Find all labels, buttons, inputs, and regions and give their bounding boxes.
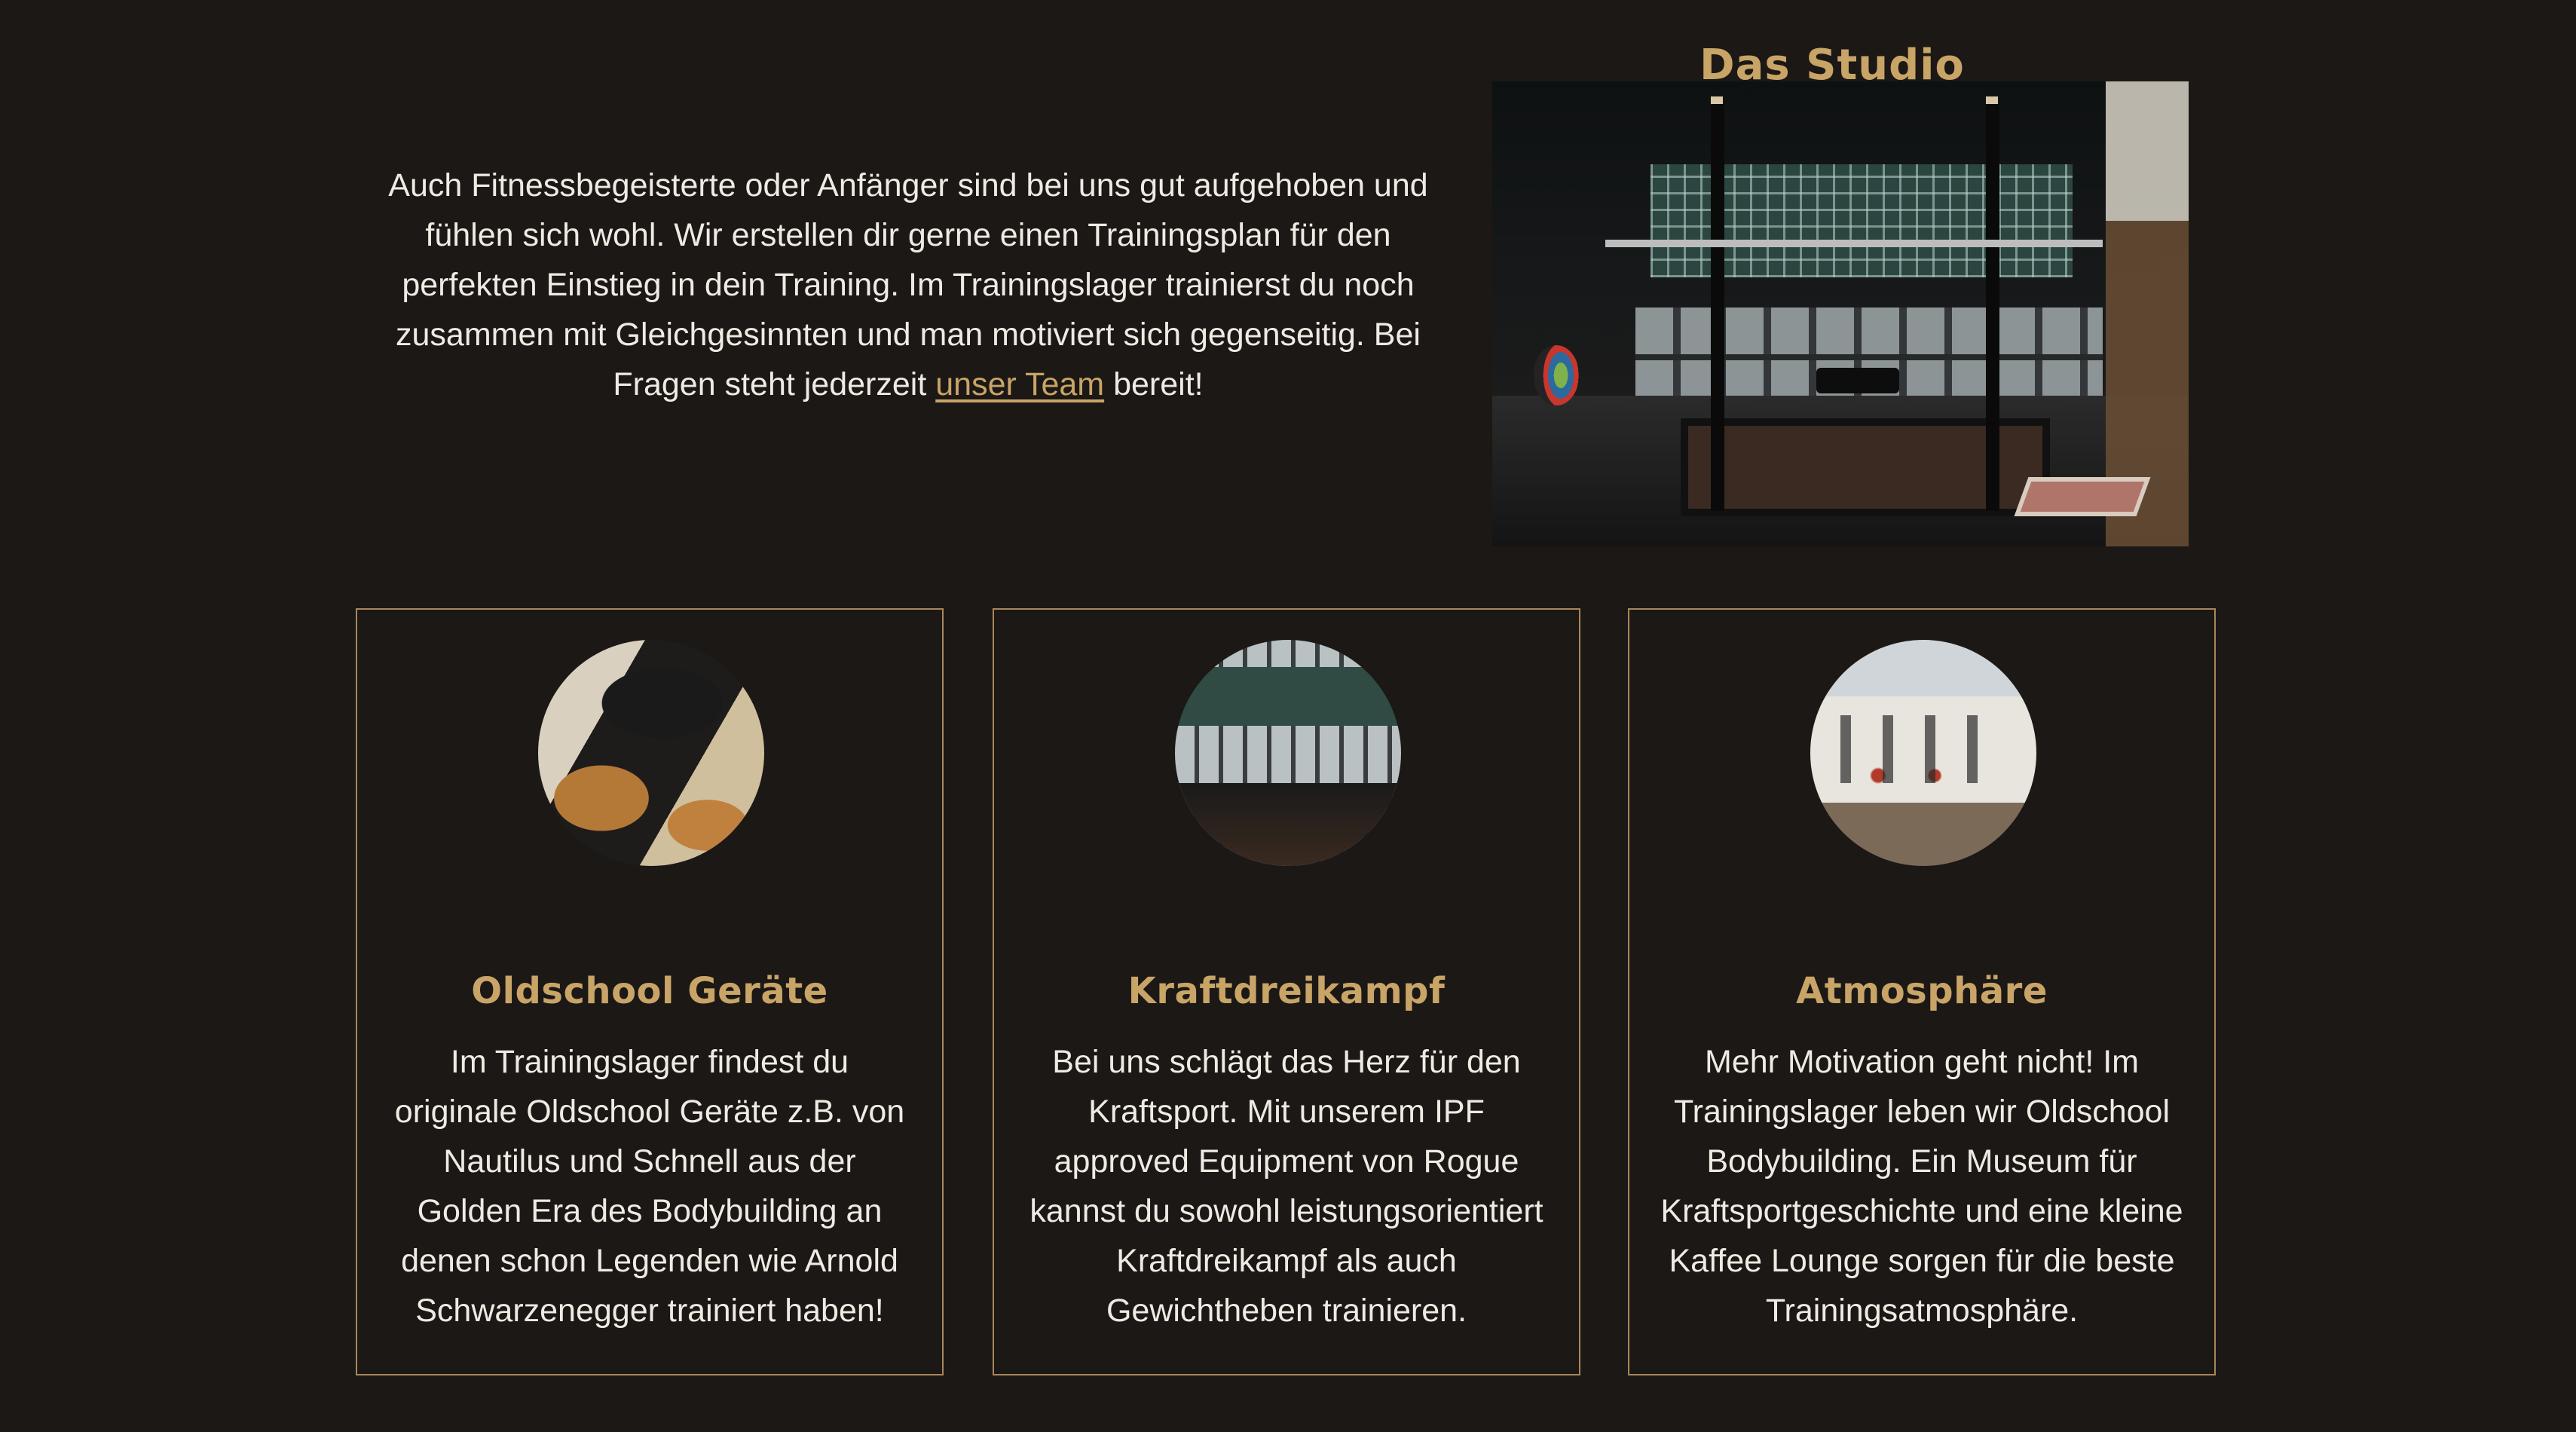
feature-card-atmosphaere: Atmosphäre Mehr Motivation geht nicht! I… (1628, 608, 2216, 1375)
card-text: Mehr Motivation geht nicht! Im Trainings… (1660, 1044, 2183, 1329)
feature-card-kraftdreikampf: Kraftdreikampf Bei uns schlägt das Herz … (993, 608, 1580, 1375)
team-link[interactable]: unser Team (935, 366, 1104, 402)
card-title: Atmosphäre (1796, 970, 2048, 1012)
studio-photo (1492, 81, 2189, 546)
photo-bench (1816, 368, 1899, 393)
powerlifting-image (1175, 640, 1401, 866)
card-title: Oldschool Geräte (471, 970, 828, 1012)
card-text: Im Trainingslager findest du originale O… (394, 1044, 905, 1329)
intro-text-end: bereit! (1104, 366, 1204, 402)
photo-mat (2014, 477, 2151, 516)
card-text: Bei uns schlägt das Herz für den Kraftsp… (1029, 1044, 1543, 1329)
coffee-lounge-image (1810, 640, 2036, 866)
photo-rack-post (1711, 104, 1724, 511)
card-title: Kraftdreikampf (1127, 970, 1446, 1012)
page: Das Studio Auch Fitnessbegeisterte oder … (0, 0, 2576, 1432)
photo-rack-post (1986, 104, 1999, 511)
intro-text-part: Auch Fitnessbegeisterte oder Anfänger si… (388, 167, 1428, 402)
feature-card-oldschool: Oldschool Geräte Im Trainingslager finde… (356, 608, 944, 1375)
photo-barbell (1605, 240, 2103, 247)
oldschool-equipment-image (538, 640, 764, 866)
photo-plates (1533, 345, 1580, 405)
studio-intro: Auch Fitnessbegeisterte oder Anfänger si… (381, 161, 1436, 409)
